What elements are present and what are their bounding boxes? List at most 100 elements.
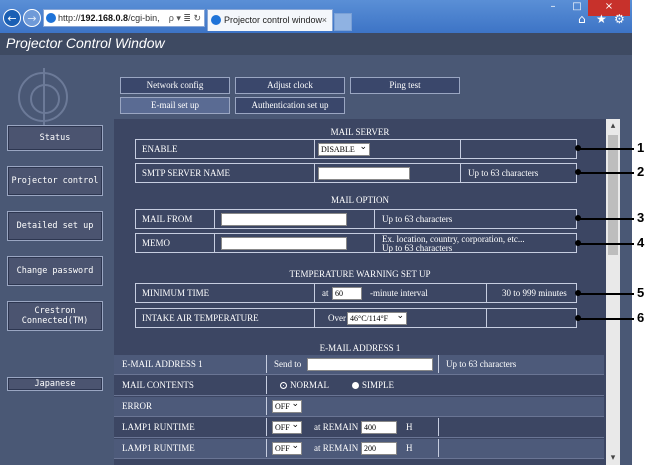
new-tab-button[interactable] <box>334 13 352 31</box>
lamp1-runtime-row: LAMP1 RUNTIME OFF at REMAIN 400 H <box>114 418 604 438</box>
scroll-down-icon[interactable]: ▾ <box>606 451 620 465</box>
callout-line-2 <box>575 169 634 175</box>
remain-label-2: at REMAIN <box>314 443 359 453</box>
row-divider <box>214 210 215 228</box>
scroll-thumb[interactable] <box>608 135 618 255</box>
row-divider <box>438 355 439 373</box>
tab-title: Projector control window <box>224 15 323 25</box>
content-scrollbar[interactable]: ▴ ▾ <box>606 119 620 465</box>
ie-page-icon <box>46 13 56 23</box>
address-bar[interactable]: http://192.168.0.8/cgi-bin, ρ ▾ ≣ ↻ <box>43 9 205 27</box>
memo-row: MEMO Ex. location, country, corporation,… <box>135 233 577 253</box>
error-row: ERROR OFF <box>114 397 604 417</box>
intake-air-row: INTAKE AIR TEMPERATURE Over 46°C/114°F <box>135 308 577 328</box>
forward-button[interactable]: → <box>23 9 41 27</box>
row-divider <box>314 140 315 158</box>
row-divider <box>266 397 267 415</box>
range-hint: 30 to 999 minutes <box>502 288 567 298</box>
minimize-button[interactable]: – <box>542 0 564 16</box>
projector-logo-icon <box>18 68 68 128</box>
error-select[interactable]: OFF <box>272 399 302 413</box>
minimum-time-input[interactable]: 60 <box>332 287 362 300</box>
contents-normal-label: NORMAL <box>290 380 330 390</box>
row-divider <box>460 140 461 158</box>
lamp1-runtime-select[interactable]: OFF <box>272 420 302 434</box>
mail-from-input[interactable] <box>221 213 347 226</box>
memo-label: MEMO <box>142 238 171 248</box>
favorites-icon[interactable]: ★ <box>596 12 607 26</box>
lamp1-remain-input-2[interactable]: 200 <box>361 442 397 455</box>
tab-close-icon[interactable]: × <box>322 10 327 30</box>
email-address-row: E-MAIL ADDRESS 1 Send to Up to 63 charac… <box>114 355 604 375</box>
email-address-label: E-MAIL ADDRESS 1 <box>122 359 203 369</box>
over-label: Over <box>328 313 346 323</box>
home-icon[interactable]: ⌂ <box>578 12 586 26</box>
enable-select[interactable]: DISABLE <box>318 142 370 156</box>
sidebar-item-japanese[interactable]: Japanese <box>7 377 103 391</box>
sidebar-item-crestron[interactable]: Crestron Connected(TM) <box>7 301 103 331</box>
row-divider <box>266 418 267 436</box>
mail-option-title: MAIL OPTION <box>331 195 389 205</box>
back-button[interactable]: ← <box>3 9 21 27</box>
hours-unit-2: H <box>406 443 413 453</box>
row-divider <box>486 284 487 302</box>
settings-icon[interactable]: ⚙ <box>614 12 625 26</box>
app-title: Projector Control Window <box>6 35 165 51</box>
row-divider <box>214 234 215 252</box>
mail-from-row: MAIL FROM Up to 63 characters <box>135 209 577 229</box>
address-prefix: http:// <box>58 13 81 23</box>
row-divider <box>314 309 315 327</box>
row-divider <box>266 355 267 373</box>
radio-simple-icon[interactable] <box>352 382 359 390</box>
app-header: Projector Control Window <box>0 33 632 55</box>
contents-simple-option[interactable]: SIMPLE <box>346 376 394 394</box>
callout-number-3: 3 <box>637 210 645 225</box>
mail-from-hint: Up to 63 characters <box>382 214 453 224</box>
row-divider <box>314 284 315 302</box>
enable-row: ENABLE DISABLE <box>135 139 577 159</box>
address-icons[interactable]: ρ ▾ ≣ ↻ <box>169 10 201 26</box>
row-divider <box>266 439 267 457</box>
callout-number-1: 1 <box>637 140 645 155</box>
row-divider <box>460 164 461 182</box>
smtp-hint: Up to 63 characters <box>468 168 539 178</box>
tab-email-set-up[interactable]: E-mail set up <box>120 97 230 114</box>
callout-number-2: 2 <box>637 164 645 179</box>
sidebar-item-change-password[interactable]: Change password <box>7 256 103 286</box>
scroll-up-icon[interactable]: ▴ <box>606 119 620 133</box>
callout-line-5 <box>575 290 634 296</box>
smtp-server-input[interactable] <box>318 167 410 180</box>
mail-from-label: MAIL FROM <box>142 214 193 224</box>
callout-line-6 <box>575 315 634 321</box>
sidebar-item-status[interactable]: Status <box>7 125 103 151</box>
contents-simple-label: SIMPLE <box>362 380 395 390</box>
email-address-input[interactable] <box>307 358 433 371</box>
callout-number-5: 5 <box>637 285 645 300</box>
intake-air-select[interactable]: 46°C/114°F <box>347 311 407 325</box>
lamp1-runtime-label-2: LAMP1 RUNTIME <box>122 443 195 453</box>
mail-contents-row: MAIL CONTENTS NORMAL SIMPLE <box>114 376 604 396</box>
callout-line-1 <box>575 145 634 151</box>
sidebar-item-detailed-set-up[interactable]: Detailed set up <box>7 211 103 241</box>
lamp1-runtime-select-2[interactable]: OFF <box>272 441 302 455</box>
lamp1-remain-input[interactable]: 400 <box>361 421 397 434</box>
tab-adjust-clock[interactable]: Adjust clock <box>235 77 345 94</box>
contents-normal-option[interactable]: NORMAL <box>274 376 329 394</box>
smtp-row: SMTP SERVER NAME Up to 63 characters <box>135 163 577 183</box>
mail-server-title: MAIL SERVER <box>330 127 390 137</box>
callout-number-4: 4 <box>637 235 645 250</box>
intake-air-label: INTAKE AIR TEMPERATURE <box>142 313 259 323</box>
row-divider <box>438 418 439 436</box>
address-rest: /cgi-bin, <box>128 13 160 23</box>
browser-tab[interactable]: Projector control window × <box>207 9 333 31</box>
radio-normal-icon[interactable] <box>280 382 287 390</box>
row-divider <box>374 234 375 252</box>
enable-label: ENABLE <box>142 144 178 154</box>
hours-unit: H <box>406 422 413 432</box>
tab-ping-test[interactable]: Ping test <box>350 77 460 94</box>
memo-input[interactable] <box>221 237 347 250</box>
tab-authentication-set-up[interactable]: Authentication set up <box>235 97 345 114</box>
tab-network-config[interactable]: Network config <box>120 77 230 94</box>
email-settings-panel: MAIL SERVER ENABLE DISABLE SMTP SERVER N… <box>114 119 606 465</box>
sidebar-item-projector-control[interactable]: Projector control <box>7 166 103 196</box>
